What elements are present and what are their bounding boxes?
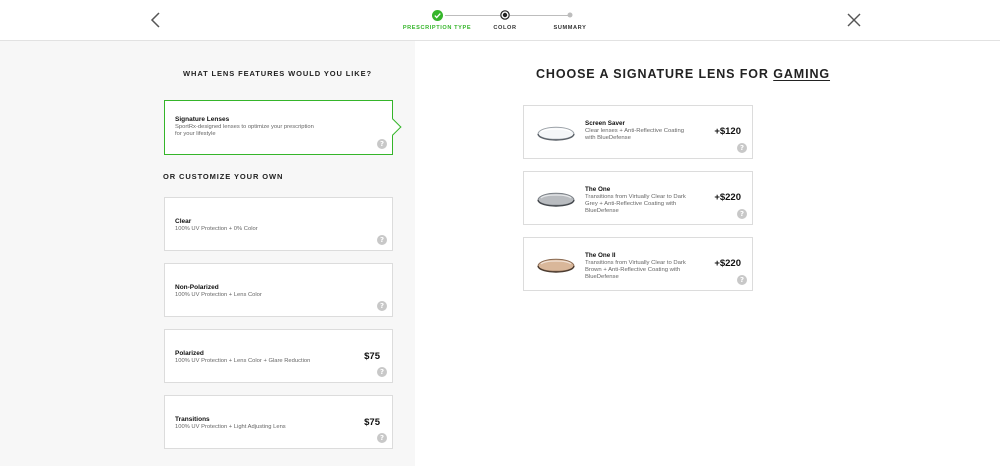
option-name: Non-Polarized	[175, 284, 219, 291]
lens-desc: Transitions from Virtually Clear to Dark…	[585, 260, 686, 281]
lens-option-non-polarized[interactable]: Non-Polarized 100% UV Protection + Lens …	[164, 263, 393, 317]
help-icon[interactable]: ?	[737, 143, 747, 153]
help-icon[interactable]: ?	[377, 139, 387, 149]
close-icon[interactable]	[845, 11, 863, 29]
lens-name: Screen Saver	[585, 120, 625, 127]
lens-option-clear[interactable]: Clear 100% UV Protection + 0% Color ?	[164, 197, 393, 251]
lens-card-screen-saver[interactable]: Screen Saver Clear lenses + Anti-Reflect…	[523, 105, 753, 159]
lens-price: +$120	[714, 126, 741, 137]
help-icon[interactable]: ?	[737, 275, 747, 285]
lens-image-icon	[537, 258, 575, 273]
lens-features-panel: WHAT LENS FEATURES WOULD YOU LIKE? Signa…	[0, 41, 415, 466]
help-icon[interactable]: ?	[377, 367, 387, 377]
help-icon[interactable]: ?	[377, 301, 387, 311]
lens-desc: Clear lenses + Anti-Reflective Coating w…	[585, 128, 685, 142]
features-question: WHAT LENS FEATURES WOULD YOU LIKE?	[183, 69, 372, 78]
lens-option-transitions[interactable]: Transitions 100% UV Protection + Light A…	[164, 395, 393, 449]
signature-lens-title: CHOOSE A SIGNATURE LENS FOR GAMING	[415, 67, 951, 81]
step-label: SUMMARY	[553, 25, 587, 31]
help-icon[interactable]: ?	[377, 235, 387, 245]
top-bar: PRESCRIPTION TYPE COLOR SUMMARY	[0, 0, 1000, 41]
signature-lens-panel: CHOOSE A SIGNATURE LENS FOR GAMING Scree…	[415, 41, 1000, 466]
lens-card-the-one-ii[interactable]: The One II Transitions from Virtually Cl…	[523, 237, 753, 291]
option-name: Transitions	[175, 416, 210, 423]
option-desc: 100% UV Protection + Lens Color	[175, 292, 262, 298]
activity-keyword-link[interactable]: GAMING	[773, 67, 830, 81]
customize-heading: OR CUSTOMIZE YOUR OWN	[163, 172, 284, 181]
help-icon[interactable]: ?	[377, 433, 387, 443]
lens-name: The One II	[585, 252, 616, 259]
check-circle-icon	[431, 9, 443, 21]
option-price: $75	[364, 351, 380, 362]
option-name: Clear	[175, 218, 192, 225]
option-desc: 100% UV Protection + Light Adjusting Len…	[175, 424, 286, 430]
progress-steps: PRESCRIPTION TYPE COLOR SUMMARY	[395, 8, 605, 38]
lens-price: +$220	[714, 258, 741, 269]
lens-card-the-one[interactable]: The One Transitions from Virtually Clear…	[523, 171, 753, 225]
option-name: Polarized	[175, 350, 204, 357]
lens-image-icon	[537, 126, 575, 141]
lens-option-polarized[interactable]: Polarized 100% UV Protection + Lens Colo…	[164, 329, 393, 383]
back-chevron-icon[interactable]	[148, 11, 164, 29]
lens-image-icon	[537, 192, 575, 207]
lens-desc: Transitions from Virtually Clear to Dark…	[585, 194, 686, 215]
signature-lenses-option[interactable]: Signature Lenses SportRx-designed lenses…	[164, 100, 402, 155]
help-icon[interactable]: ?	[737, 209, 747, 219]
option-desc: 100% UV Protection + Lens Color + Glare …	[175, 358, 311, 364]
option-name: Signature Lenses	[175, 116, 230, 123]
option-desc: SportRx-designed lenses to optimize your…	[175, 124, 314, 138]
lens-price: +$220	[714, 192, 741, 203]
title-prefix: CHOOSE A SIGNATURE LENS FOR	[535, 67, 774, 81]
lens-name: The One	[585, 186, 611, 193]
selected-arrow-icon	[384, 118, 402, 136]
current-step-dot-icon	[500, 10, 510, 20]
option-desc: 100% UV Protection + 0% Color	[175, 226, 258, 232]
upcoming-step-dot-icon	[567, 12, 573, 18]
option-price: $75	[364, 417, 380, 428]
step-summary[interactable]: SUMMARY	[530, 8, 610, 31]
